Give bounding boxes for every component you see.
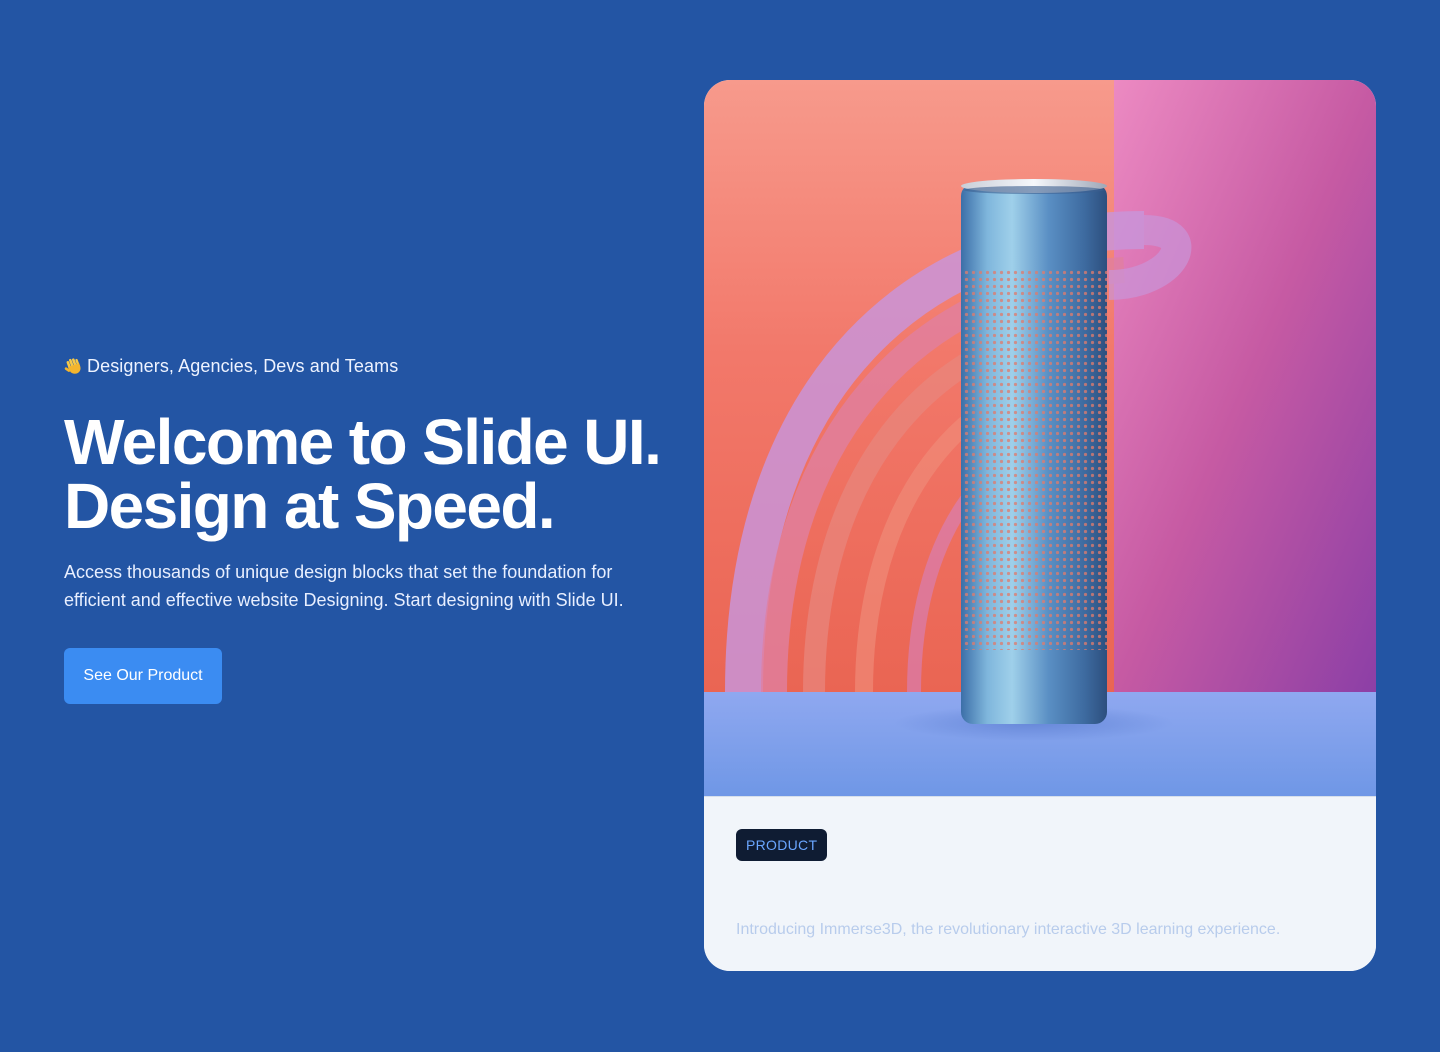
card-description: Introducing Immerse3D, the revolutionary… (736, 921, 1281, 938)
product-image (704, 80, 1376, 796)
eyebrow: Designers, Agencies, Devs and Teams (64, 352, 684, 380)
see-our-product-button[interactable]: See Our Product (64, 648, 222, 704)
headline-line-2: Design at Speed. (64, 470, 556, 542)
waving-hand-icon (64, 358, 81, 374)
page-title: Welcome to Slide UI. Design at Speed. (64, 410, 684, 538)
hero-section: Designers, Agencies, Devs and Teams Welc… (64, 352, 684, 704)
product-card[interactable]: PRODUCT Introducing Immerse3D, the revol… (704, 80, 1376, 971)
product-badge: PRODUCT (736, 829, 828, 861)
headline-line-1: Welcome to Slide UI. (64, 406, 662, 478)
hero-description: Access thousands of unique design blocks… (64, 562, 624, 610)
eyebrow-text: Designers, Agencies, Devs and Teams (87, 356, 399, 376)
card-body: PRODUCT Introducing Immerse3D, the revol… (704, 796, 1376, 971)
